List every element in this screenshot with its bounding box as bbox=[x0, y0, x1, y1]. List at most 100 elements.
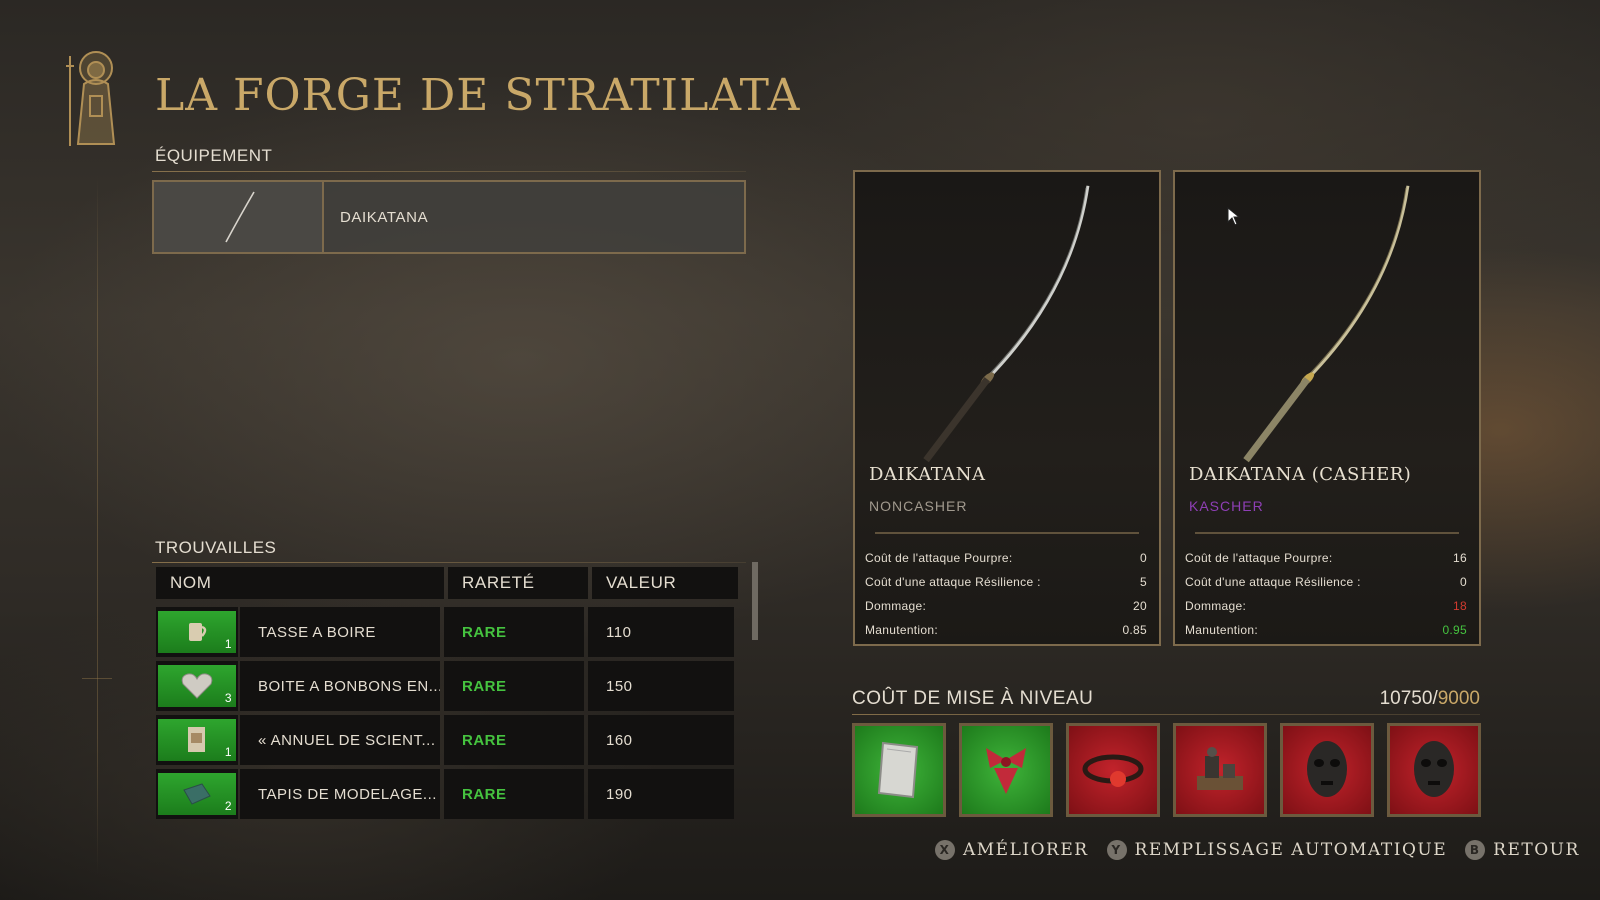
left-border-line bbox=[97, 175, 98, 875]
item-rarity: RARE bbox=[444, 661, 584, 711]
improve-action[interactable]: X AMÉLIORER bbox=[935, 840, 1089, 860]
item-rarity: RARE bbox=[444, 715, 584, 765]
column-header-value[interactable]: VALEUR bbox=[592, 567, 738, 599]
item-name: TAPIS DE MODELAGE... bbox=[240, 769, 440, 819]
red-ribbon-icon bbox=[986, 748, 1026, 794]
upgraded-weapon-stats: Coût de l'attaque Pourpre: 16 Coût d'une … bbox=[1185, 546, 1467, 642]
table-row[interactable]: 2 TAPIS DE MODELAGE... RARE 190 bbox=[156, 769, 746, 819]
b-button-icon: B bbox=[1465, 840, 1486, 860]
item-count: 2 bbox=[224, 799, 232, 813]
upgrade-cost-label: COÛT DE MISE À NIVEAU bbox=[852, 688, 1094, 709]
card-divider bbox=[1195, 532, 1459, 534]
table-row[interactable]: 3 BOITE A BONBONS EN... RARE 150 bbox=[156, 661, 746, 711]
stat-label: Coût d'une attaque Résilience : bbox=[865, 575, 1041, 589]
item-count: 1 bbox=[224, 745, 232, 759]
auto-fill-label: REMPLISSAGE AUTOMATIQUE bbox=[1134, 840, 1448, 860]
row-icon-cell: 2 bbox=[156, 769, 238, 819]
book-icon bbox=[188, 727, 205, 752]
leather-mask-icon bbox=[1307, 741, 1347, 797]
upgrade-cost-divider bbox=[852, 714, 1480, 715]
katana-icon bbox=[1243, 185, 1410, 463]
stat-value: 0.85 bbox=[1122, 623, 1147, 637]
stat-row: Dommage: 18 bbox=[1185, 594, 1467, 618]
card-divider bbox=[875, 532, 1139, 534]
column-header-name[interactable]: NOM bbox=[156, 567, 444, 599]
stat-label: Coût de l'attaque Pourpre: bbox=[865, 551, 1013, 565]
item-name: « ANNUEL DE SCIENT... bbox=[240, 715, 440, 765]
stat-value: 16 bbox=[1453, 551, 1467, 565]
finds-divider bbox=[152, 562, 746, 563]
stat-label: Dommage: bbox=[1185, 599, 1247, 613]
material-slot[interactable] bbox=[852, 723, 946, 817]
finds-table-header: NOM RARETÉ VALEUR bbox=[156, 567, 746, 603]
auto-fill-action[interactable]: Y REMPLISSAGE AUTOMATIQUE bbox=[1106, 840, 1448, 860]
heart-candy-box-icon bbox=[181, 673, 213, 699]
material-slots bbox=[852, 723, 1481, 817]
katana-icon bbox=[225, 191, 255, 243]
leather-mask-icon bbox=[1414, 741, 1454, 797]
page-title: LA FORGE DE STRATILATA bbox=[155, 70, 801, 121]
current-weapon-stats: Coût de l'attaque Pourpre: 0 Coût d'une a… bbox=[865, 546, 1147, 642]
material-slot[interactable] bbox=[1387, 723, 1481, 817]
finds-section-label: TROUVAILLES bbox=[155, 538, 277, 557]
stat-value: 18 bbox=[1453, 599, 1467, 613]
equipped-item-thumbnail bbox=[154, 182, 324, 252]
item-value: 190 bbox=[588, 769, 734, 819]
stat-label: Coût d'une attaque Résilience : bbox=[1185, 575, 1361, 589]
stat-label: Dommage: bbox=[865, 599, 927, 613]
stat-row: Manutention: 0.85 bbox=[865, 618, 1147, 642]
item-value: 110 bbox=[588, 607, 734, 657]
ball-gag-icon bbox=[1082, 754, 1144, 787]
item-name: TASSE A BOIRE bbox=[240, 607, 440, 657]
item-count: 3 bbox=[224, 691, 232, 705]
table-row[interactable]: 1 « ANNUEL DE SCIENT... RARE 160 bbox=[156, 715, 746, 765]
y-button-icon: Y bbox=[1106, 840, 1127, 860]
modeling-mat-icon bbox=[183, 783, 211, 805]
material-slot[interactable] bbox=[1066, 723, 1160, 817]
mouse-cursor-icon bbox=[1227, 207, 1241, 226]
left-border-tick bbox=[82, 678, 112, 679]
item-icon-tile: 3 bbox=[158, 665, 236, 707]
current-weapon-type: NONCASHER bbox=[869, 498, 968, 514]
item-count: 1 bbox=[224, 637, 232, 651]
silver-plate-icon bbox=[877, 741, 919, 799]
material-slot[interactable] bbox=[959, 723, 1053, 817]
stat-label: Manutention: bbox=[1185, 623, 1258, 637]
item-rarity: RARE bbox=[444, 607, 584, 657]
material-slot[interactable] bbox=[1280, 723, 1374, 817]
stat-value: 0.95 bbox=[1442, 623, 1467, 637]
table-row[interactable]: 1 TASSE A BOIRE RARE 110 bbox=[156, 607, 746, 657]
row-icon-cell: 1 bbox=[156, 607, 238, 657]
finds-scrollbar[interactable] bbox=[752, 562, 758, 640]
back-action[interactable]: B RETOUR bbox=[1465, 840, 1580, 860]
equipped-item-slot[interactable]: DAIKATANA bbox=[152, 180, 746, 254]
item-name: BOITE A BONBONS EN... bbox=[240, 661, 440, 711]
improve-label: AMÉLIORER bbox=[963, 840, 1089, 860]
current-weapon-name: DAIKATANA bbox=[869, 464, 986, 485]
column-header-rarity[interactable]: RARETÉ bbox=[448, 567, 588, 599]
back-label: RETOUR bbox=[1493, 840, 1580, 860]
item-icon-tile: 2 bbox=[158, 773, 236, 815]
stat-row: Coût de l'attaque Pourpre: 0 bbox=[865, 546, 1147, 570]
upgraded-weapon-type: KASCHER bbox=[1189, 498, 1264, 514]
item-icon-tile: 1 bbox=[158, 719, 236, 761]
upgraded-weapon-name: DAIKATANA (CASHER) bbox=[1189, 464, 1412, 485]
upgrade-cost-value: 10750/9000 bbox=[1380, 688, 1480, 710]
finds-table: NOM RARETÉ VALEUR 1 TASSE A BOIRE RARE 1… bbox=[156, 567, 746, 819]
stat-row: Coût d'une attaque Résilience : 5 bbox=[865, 570, 1147, 594]
katana-icon bbox=[923, 185, 1090, 463]
stat-row: Dommage: 20 bbox=[865, 594, 1147, 618]
stat-value: 5 bbox=[1140, 575, 1147, 589]
material-slot[interactable] bbox=[1173, 723, 1267, 817]
row-icon-cell: 3 bbox=[156, 661, 238, 711]
cost-required: 9000 bbox=[1437, 688, 1480, 709]
mug-icon bbox=[189, 623, 207, 641]
stat-value: 0 bbox=[1140, 551, 1147, 565]
stat-value: 20 bbox=[1133, 599, 1147, 613]
item-value: 160 bbox=[588, 715, 734, 765]
row-icon-cell: 1 bbox=[156, 715, 238, 765]
stat-row: Coût d'une attaque Résilience : 0 bbox=[1185, 570, 1467, 594]
stat-value: 0 bbox=[1460, 575, 1467, 589]
item-value: 150 bbox=[588, 661, 734, 711]
action-prompts: X AMÉLIORER Y REMPLISSAGE AUTOMATIQUE B … bbox=[935, 840, 1580, 860]
